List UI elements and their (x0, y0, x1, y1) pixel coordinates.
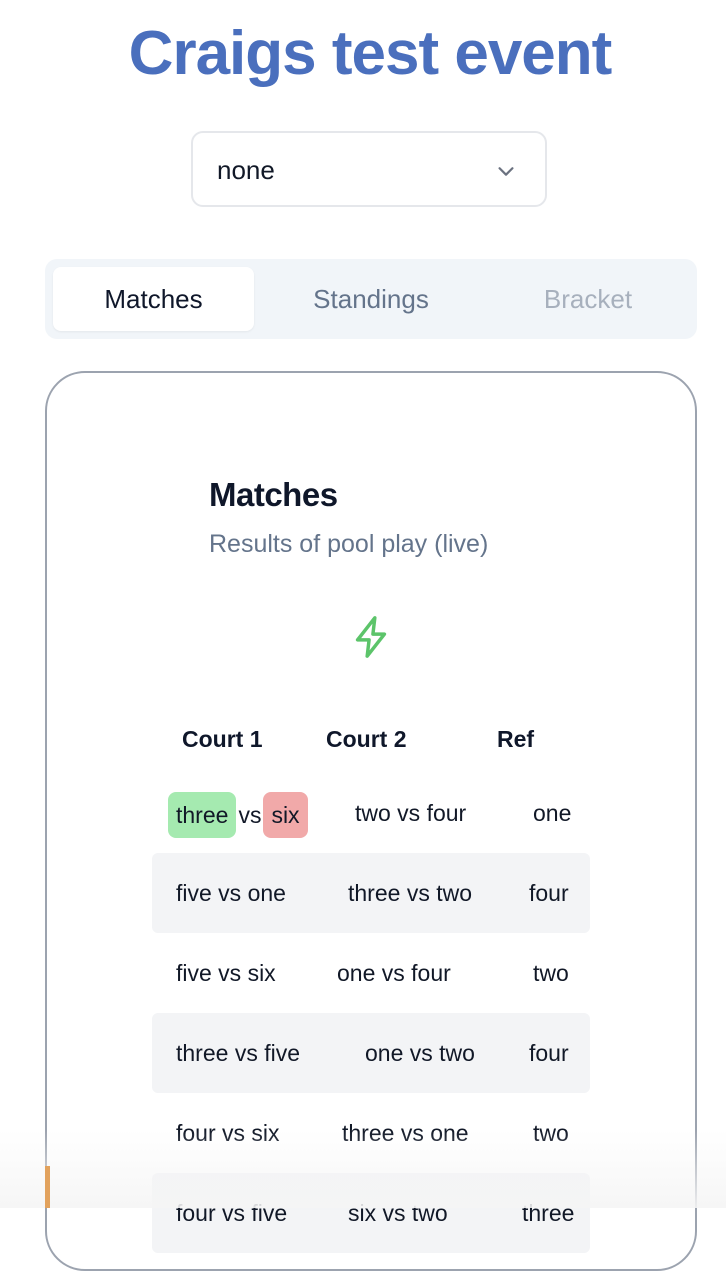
scroll-edge-marker (45, 1166, 50, 1208)
court-1-match: three vs five (176, 1040, 300, 1066)
card-title: Matches (209, 476, 338, 513)
event-title: Craigs test event (128, 19, 613, 88)
tab-matches[interactable]: Matches (53, 267, 254, 331)
match-row: five vs one three vs two four (152, 853, 590, 933)
court-2-match: one vs four (337, 960, 451, 986)
court-1-match: four vs six (176, 1120, 280, 1146)
vs-label: vs (238, 801, 262, 828)
card-subtitle: Results of pool play (live) (209, 530, 489, 558)
tab-standings[interactable]: Standings (271, 267, 471, 331)
loser-badge: six (263, 791, 308, 838)
court-1-match: five vs one (176, 880, 286, 906)
court-2-match: six vs two (348, 1200, 448, 1226)
filter-select-value: none (217, 155, 275, 185)
column-header-ref: Ref (497, 726, 535, 752)
court-2-match: two vs four (355, 800, 467, 826)
ref-team: two (533, 1120, 569, 1146)
lightning-bolt-icon (355, 616, 387, 658)
match-row: five vs six one vs four two (152, 933, 590, 1013)
court-1-match: five vs six (176, 960, 276, 986)
winner-badge: three (168, 791, 237, 838)
ref-team: one (533, 800, 572, 826)
court-1-match: three vs six (168, 773, 308, 853)
match-row: four vs six three vs one two (152, 1093, 590, 1173)
ref-team: three (522, 1200, 575, 1226)
court-2-match: one vs two (365, 1040, 475, 1066)
match-row: three vs five one vs two four (152, 1013, 590, 1093)
match-row: four vs five six vs two three (152, 1173, 590, 1253)
column-header-court-1: Court 1 (182, 726, 263, 752)
tab-bracket[interactable]: Bracket (488, 267, 688, 331)
filter-select[interactable]: none (191, 131, 547, 207)
chevron-down-icon (498, 167, 514, 176)
ref-team: two (533, 960, 569, 986)
column-header-court-2: Court 2 (326, 726, 407, 752)
match-row: three vs six two vs four one (152, 773, 590, 853)
court-1-match: four vs five (176, 1200, 288, 1226)
court-2-match: three vs two (348, 880, 472, 906)
ref-team: four (529, 880, 569, 906)
view-tabs: Matches Standings Bracket (45, 259, 697, 339)
ref-team: four (529, 1040, 569, 1066)
court-2-match: three vs one (342, 1120, 469, 1146)
